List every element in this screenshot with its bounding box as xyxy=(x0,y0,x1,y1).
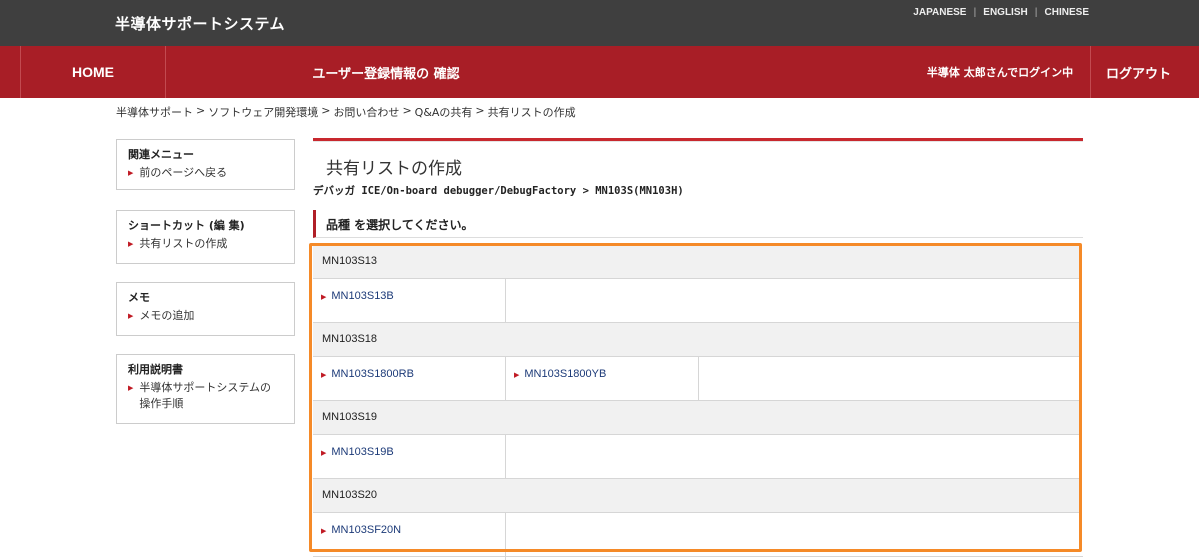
product-item-link[interactable]: MN103SF20N xyxy=(331,524,401,556)
product-item-row: ▶ MN103S13B xyxy=(313,279,1081,323)
breadcrumb-separator: > xyxy=(321,104,331,117)
breadcrumb-item[interactable]: 半導体サポート xyxy=(116,104,193,120)
product-item-link[interactable]: MN103S19B xyxy=(331,446,393,478)
breadcrumb-item[interactable]: お問い合わせ xyxy=(333,104,399,120)
sidebar-related-menu: 関連メニュー ▶ 前のページへ戻る xyxy=(116,139,295,190)
sidebar-link-label[interactable]: 共有リストの作成 xyxy=(139,236,227,252)
product-item-cell[interactable]: ▶ MN103S1800YB xyxy=(506,357,699,400)
sidebar-link-back[interactable]: ▶ 前のページへ戻る xyxy=(128,165,283,181)
triangle-right-icon: ▶ xyxy=(128,312,134,320)
lang-english-link[interactable]: ENGLISH xyxy=(983,7,1027,18)
product-group-header: MN103S18 xyxy=(313,323,1081,357)
sidebar-box-title: 利用説明書 xyxy=(128,363,183,376)
lang-japanese-link[interactable]: JAPANESE xyxy=(913,7,966,18)
triangle-right-icon: ▶ xyxy=(321,450,327,457)
product-item-row: ▶ MN103SF20N xyxy=(313,513,1081,557)
sidebar-box-title: メモ xyxy=(128,291,150,304)
product-group-header: MN103S13 xyxy=(313,245,1081,279)
product-item-cell[interactable]: ▶ MN103S1800RB xyxy=(313,357,506,400)
product-group-header: MN103S20 xyxy=(313,479,1081,513)
product-category-path: デバッガ ICE/On-board debugger/DebugFactory … xyxy=(313,185,684,197)
select-variant-heading: 品種 を選択してください。 xyxy=(313,210,1083,238)
product-item-row: ▶ MN103S19B xyxy=(313,435,1081,479)
product-item-link[interactable]: MN103S1800RB xyxy=(331,368,414,400)
sidebar-link-create-shared-list[interactable]: ▶ 共有リストの作成 xyxy=(128,236,283,252)
sidebar-link-label[interactable]: メモの追加 xyxy=(139,308,194,324)
triangle-right-icon: ▶ xyxy=(321,528,327,535)
empty-cell xyxy=(506,435,1081,478)
triangle-right-icon: ▶ xyxy=(128,384,134,392)
breadcrumb-separator: > xyxy=(196,104,206,117)
breadcrumb: 半導体サポート > ソフトウェア開発環境 > お問い合わせ > Q&Aの共有 >… xyxy=(116,104,576,120)
breadcrumb-item[interactable]: Q&Aの共有 xyxy=(415,104,473,120)
sidebar-link-label[interactable]: 半導体サポートシステムの操作手順 xyxy=(139,380,279,412)
product-item-link[interactable]: MN103S1800YB xyxy=(524,368,606,400)
product-item-cell[interactable]: ▶ MN103S13B xyxy=(313,279,506,322)
sidebar-user-guide: 利用説明書 ▶ 半導体サポートシステムの操作手順 xyxy=(116,354,295,424)
triangle-right-icon: ▶ xyxy=(514,372,520,379)
lang-chinese-link[interactable]: CHINESE xyxy=(1045,7,1089,18)
sidebar-shortcut: ショートカット (編 集) ▶ 共有リストの作成 xyxy=(116,210,295,264)
nav-home-link[interactable]: HOME xyxy=(20,46,166,98)
page-title: 共有リストの作成 xyxy=(326,159,462,179)
product-item-cell[interactable]: ▶ MN103S19B xyxy=(313,435,506,478)
nav-user-info-link[interactable]: ユーザー登録情報の 確認 xyxy=(166,46,606,98)
table-continuation-divider xyxy=(505,553,506,560)
breadcrumb-current: 共有リストの作成 xyxy=(487,106,576,119)
empty-cell xyxy=(506,513,1081,556)
sidebar-box-title[interactable]: ショートカット (編 集) xyxy=(128,217,283,233)
sidebar-link-add-memo[interactable]: ▶ メモの追加 xyxy=(128,308,283,324)
sidebar-link-label[interactable]: 前のページへ戻る xyxy=(139,165,227,181)
triangle-right-icon: ▶ xyxy=(321,372,327,379)
lang-separator: | xyxy=(973,7,977,18)
breadcrumb-separator: > xyxy=(402,104,412,117)
sidebar-box-title: 関連メニュー xyxy=(128,148,194,161)
triangle-right-icon: ▶ xyxy=(128,240,134,248)
language-switcher: JAPANESE | ENGLISH | CHINESE xyxy=(913,7,1089,18)
top-header-bar: 半導体サポートシステム JAPANESE | ENGLISH | CHINESE xyxy=(0,0,1199,46)
empty-cell xyxy=(506,279,1081,322)
sidebar-link-operation-guide[interactable]: ▶ 半導体サポートシステムの操作手順 xyxy=(128,380,283,412)
product-item-link[interactable]: MN103S13B xyxy=(331,290,393,322)
empty-cell xyxy=(699,357,1081,400)
product-item-row: ▶ MN103S1800RB ▶ MN103S1800YB xyxy=(313,357,1081,401)
product-variant-table: MN103S13 ▶ MN103S13B MN103S18 ▶ MN103S18… xyxy=(313,244,1081,557)
table-continuation-line xyxy=(313,556,1083,557)
lang-separator: | xyxy=(1034,7,1038,18)
main-nav-bar: HOME ユーザー登録情報の 確認 半導体 太郎さんでログイン中 ログアウト xyxy=(0,46,1199,98)
product-group-header: MN103S19 xyxy=(313,401,1081,435)
breadcrumb-separator: > xyxy=(475,104,485,117)
login-status-text: 半導体 太郎さんでログイン中 xyxy=(926,66,1074,79)
product-item-cell[interactable]: ▶ MN103SF20N xyxy=(313,513,506,556)
triangle-right-icon: ▶ xyxy=(128,169,134,177)
site-title[interactable]: 半導体サポートシステム xyxy=(115,13,285,34)
logout-button[interactable]: ログアウト xyxy=(1090,46,1186,98)
breadcrumb-item[interactable]: ソフトウェア開発環境 xyxy=(208,104,318,120)
triangle-right-icon: ▶ xyxy=(321,294,327,301)
sidebar-memo: メモ ▶ メモの追加 xyxy=(116,282,295,336)
main-top-divider xyxy=(313,141,1083,142)
